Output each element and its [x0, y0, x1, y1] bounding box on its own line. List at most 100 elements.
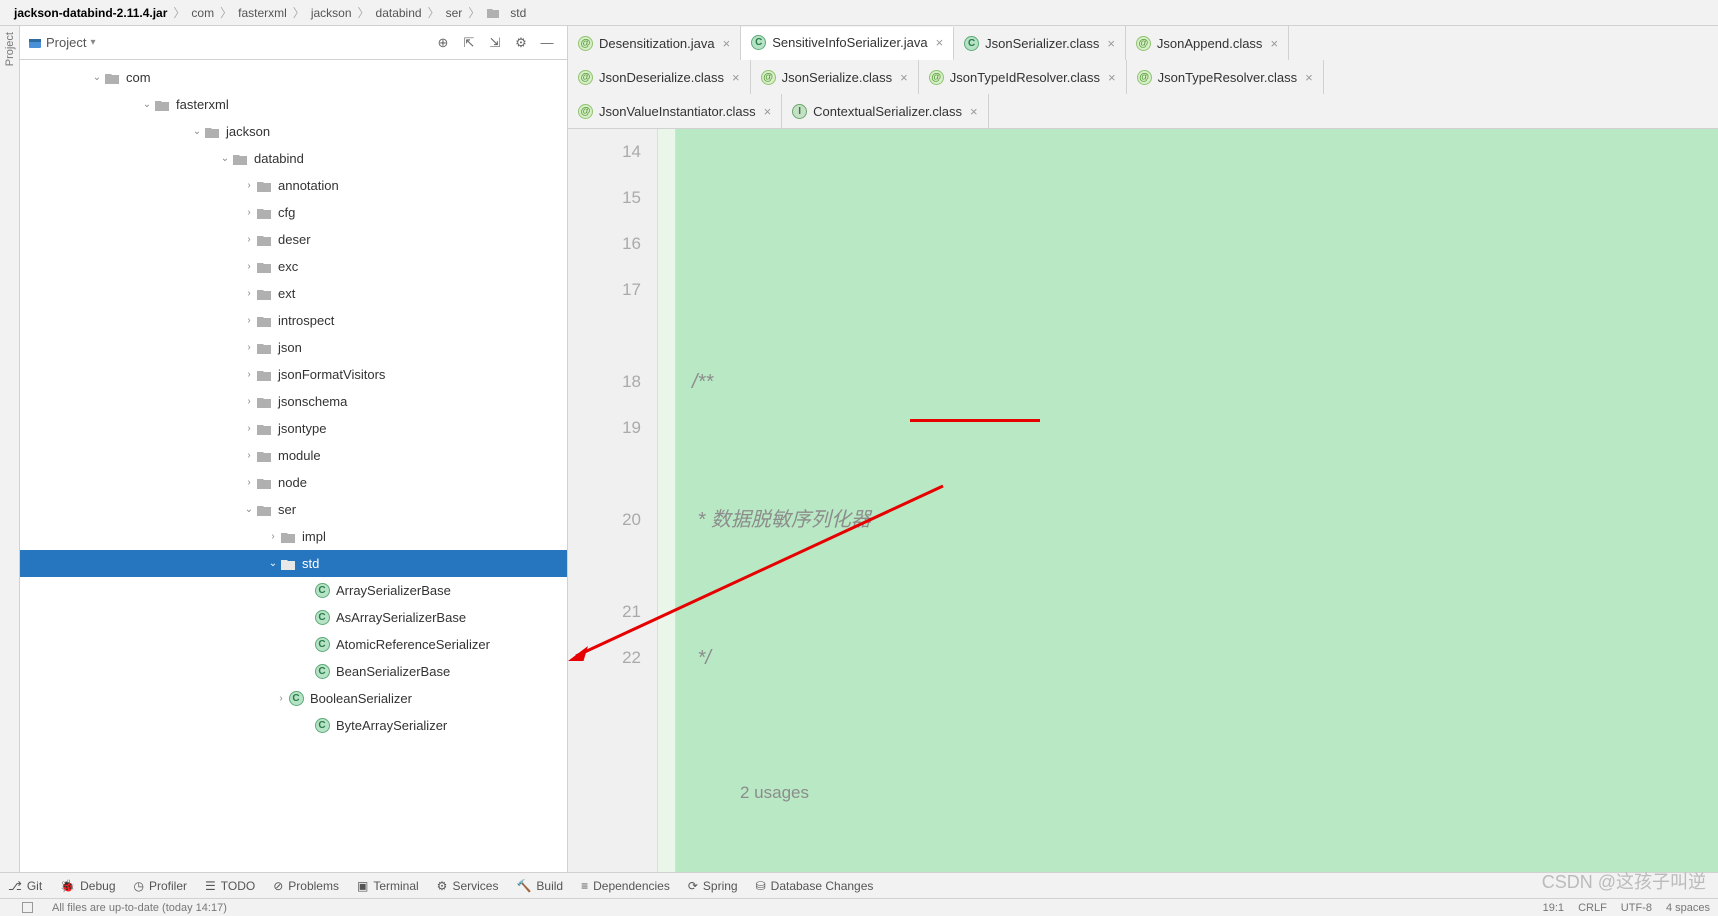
project-tree[interactable]: ⌄com⌄fasterxml⌄jackson⌄databind›annotati…	[20, 60, 567, 872]
chevron-icon[interactable]: ⌄	[242, 504, 256, 515]
bottom-tab-services[interactable]: ⚙Services	[437, 879, 499, 893]
gear-icon[interactable]: ⚙	[509, 31, 533, 55]
editor-tab[interactable]: @Desensitization.java×	[568, 26, 741, 60]
breadcrumb-seg[interactable]: ser	[442, 6, 467, 20]
bottom-tab-dependencies[interactable]: ≡Dependencies	[581, 879, 670, 893]
caret-position[interactable]: 19:1	[1543, 902, 1564, 914]
chevron-icon[interactable]: ⌄	[140, 99, 154, 110]
bottom-tab-spring[interactable]: ⟳Spring	[688, 879, 738, 893]
collapse-icon[interactable]: ⇲	[483, 31, 507, 55]
close-icon[interactable]: ×	[1107, 36, 1115, 51]
breadcrumb-seg[interactable]: jackson	[307, 6, 356, 20]
bottom-tab-git[interactable]: ⎇Git	[8, 879, 42, 893]
tree-item-fasterxml[interactable]: ⌄fasterxml	[20, 91, 567, 118]
chevron-icon[interactable]: ›	[242, 477, 256, 488]
hide-icon[interactable]: —	[535, 31, 559, 55]
chevron-icon[interactable]: ›	[242, 288, 256, 299]
tree-item-atomicreferenceserializer[interactable]: CAtomicReferenceSerializer	[20, 631, 567, 658]
close-icon[interactable]: ×	[970, 104, 978, 119]
project-title[interactable]: Project	[46, 35, 86, 50]
editor-tab[interactable]: IContextualSerializer.class×	[782, 94, 988, 128]
editor-tab[interactable]: CJsonSerializer.class×	[954, 26, 1126, 60]
close-icon[interactable]: ×	[900, 70, 908, 85]
editor-tab[interactable]: @JsonValueInstantiator.class×	[568, 94, 782, 128]
tree-item-com[interactable]: ⌄com	[20, 64, 567, 91]
tree-item-introspect[interactable]: ›introspect	[20, 307, 567, 334]
bottom-tab-debug[interactable]: 🐞Debug	[60, 879, 115, 893]
tree-item-module[interactable]: ›module	[20, 442, 567, 469]
chevron-icon[interactable]: ›	[266, 531, 280, 542]
chevron-icon[interactable]: ⌄	[190, 126, 204, 137]
chevron-icon[interactable]: ›	[242, 450, 256, 461]
tool-tab-project[interactable]: Project	[4, 32, 16, 66]
bottom-tab-build[interactable]: 🔨Build	[516, 879, 563, 893]
file-encoding[interactable]: UTF-8	[1621, 902, 1652, 914]
close-icon[interactable]: ×	[732, 70, 740, 85]
chevron-icon[interactable]: ›	[242, 261, 256, 272]
tree-item-ext[interactable]: ›ext	[20, 280, 567, 307]
usage-hint[interactable]: 2 usages	[692, 773, 1718, 813]
editor-tab[interactable]: @JsonTypeIdResolver.class×	[919, 60, 1127, 94]
editor-tab[interactable]: @JsonDeserialize.class×	[568, 60, 751, 94]
tree-item-arrayserializerbase[interactable]: CArraySerializerBase	[20, 577, 567, 604]
tree-item-bytearrayserializer[interactable]: CByteArraySerializer	[20, 712, 567, 739]
chevron-icon[interactable]: ⌄	[266, 558, 280, 569]
bottom-tab-profiler[interactable]: ◷Profiler	[134, 879, 188, 893]
close-icon[interactable]: ×	[1108, 70, 1116, 85]
chevron-icon[interactable]: ›	[242, 369, 256, 380]
tree-item-impl[interactable]: ›impl	[20, 523, 567, 550]
expand-icon[interactable]: ⇱	[457, 31, 481, 55]
tree-item-node[interactable]: ›node	[20, 469, 567, 496]
chevron-icon[interactable]: ⌄	[218, 153, 232, 164]
close-icon[interactable]: ×	[764, 104, 772, 119]
tree-item-jsonformatvisitors[interactable]: ›jsonFormatVisitors	[20, 361, 567, 388]
chevron-icon[interactable]: ›	[242, 180, 256, 191]
close-icon[interactable]: ×	[936, 35, 944, 50]
indent-info[interactable]: 4 spaces	[1666, 902, 1710, 914]
chevron-icon[interactable]: ›	[242, 207, 256, 218]
close-icon[interactable]: ×	[1305, 70, 1313, 85]
breadcrumb-seg[interactable]: com	[187, 6, 218, 20]
tree-item-beanserializerbase[interactable]: CBeanSerializerBase	[20, 658, 567, 685]
chevron-icon[interactable]: ›	[242, 315, 256, 326]
editor-tab[interactable]: CSensitiveInfoSerializer.java×	[741, 27, 954, 61]
tree-item-asarrayserializerbase[interactable]: CAsArraySerializerBase	[20, 604, 567, 631]
chevron-icon[interactable]: ›	[242, 396, 256, 407]
line-separator[interactable]: CRLF	[1578, 902, 1607, 914]
fold-strip[interactable]	[658, 129, 676, 872]
tree-item-cfg[interactable]: ›cfg	[20, 199, 567, 226]
status-checkbox[interactable]	[22, 902, 33, 913]
bottom-tab-problems[interactable]: ⊘Problems	[273, 879, 339, 893]
locate-icon[interactable]: ⊕	[431, 31, 455, 55]
tree-item-deser[interactable]: ›deser	[20, 226, 567, 253]
breadcrumb-root[interactable]: jackson-databind-2.11.4.jar	[10, 6, 171, 20]
tree-item-databind[interactable]: ⌄databind	[20, 145, 567, 172]
chevron-icon[interactable]: ⌄	[90, 72, 104, 83]
code-editor[interactable]: 14 15 16 17 18 19 20 21 22 /** * 数据脱敏序列化…	[568, 129, 1718, 872]
tree-item-ser[interactable]: ⌄ser	[20, 496, 567, 523]
chevron-icon[interactable]: ›	[242, 342, 256, 353]
tree-item-annotation[interactable]: ›annotation	[20, 172, 567, 199]
close-icon[interactable]: ×	[723, 36, 731, 51]
tree-item-json[interactable]: ›json	[20, 334, 567, 361]
chevron-icon[interactable]: ›	[274, 693, 288, 704]
breadcrumb-seg[interactable]: std	[506, 6, 530, 20]
code-body[interactable]: /** * 数据脱敏序列化器 */ 2 usages public class …	[676, 129, 1718, 872]
chevron-icon[interactable]: ›	[242, 234, 256, 245]
editor-tab[interactable]: @JsonAppend.class×	[1126, 26, 1289, 60]
tree-item-jsontype[interactable]: ›jsontype	[20, 415, 567, 442]
tree-item-jsonschema[interactable]: ›jsonschema	[20, 388, 567, 415]
close-icon[interactable]: ×	[1270, 36, 1278, 51]
bottom-tab-todo[interactable]: ☰TODO	[205, 879, 255, 893]
breadcrumb-seg[interactable]: databind	[372, 6, 426, 20]
tree-item-jackson[interactable]: ⌄jackson	[20, 118, 567, 145]
editor-tab[interactable]: @JsonTypeResolver.class×	[1127, 60, 1324, 94]
breadcrumb-seg[interactable]: fasterxml	[234, 6, 291, 20]
chevron-icon[interactable]: ›	[242, 423, 256, 434]
bottom-tab-terminal[interactable]: ▣Terminal	[357, 879, 419, 893]
tree-item-std[interactable]: ⌄std	[20, 550, 567, 577]
dropdown-icon[interactable]: ▾	[90, 37, 95, 48]
editor-tab[interactable]: @JsonSerialize.class×	[751, 60, 919, 94]
tree-item-booleanserializer[interactable]: ›CBooleanSerializer	[20, 685, 567, 712]
tree-item-exc[interactable]: ›exc	[20, 253, 567, 280]
